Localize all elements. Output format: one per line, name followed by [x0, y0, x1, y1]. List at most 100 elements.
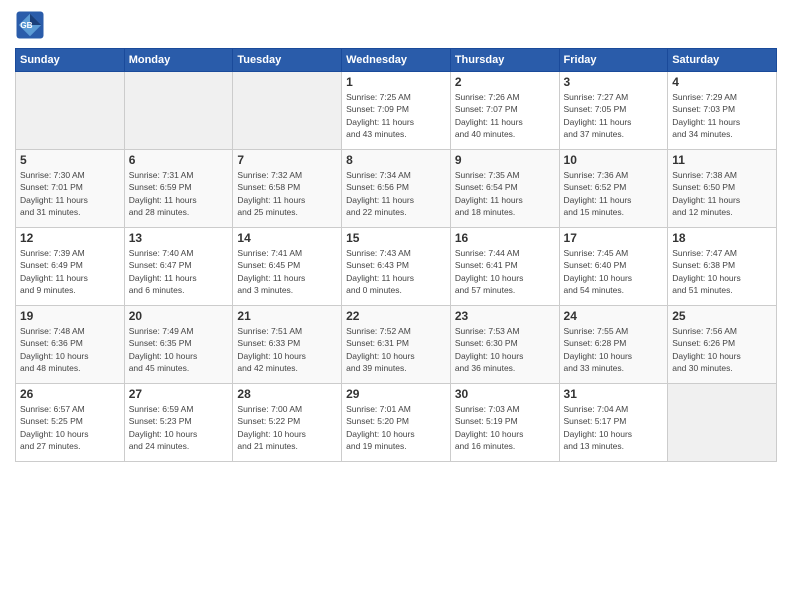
- day-number: 9: [455, 153, 555, 167]
- day-cell: 1 Sunrise: 7:25 AM Sunset: 7:09 PM Daylig…: [342, 72, 451, 150]
- day-number: 13: [129, 231, 229, 245]
- calendar-header: SundayMondayTuesdayWednesdayThursdayFrid…: [16, 49, 777, 72]
- header-cell-thursday: Thursday: [450, 49, 559, 72]
- day-number: 29: [346, 387, 446, 401]
- day-number: 15: [346, 231, 446, 245]
- day-info: Sunrise: 7:26 AM Sunset: 7:07 PM Dayligh…: [455, 91, 555, 140]
- header-cell-sunday: Sunday: [16, 49, 125, 72]
- day-info: Sunrise: 7:30 AM Sunset: 7:01 PM Dayligh…: [20, 169, 120, 218]
- day-info: Sunrise: 7:56 AM Sunset: 6:26 PM Dayligh…: [672, 325, 772, 374]
- day-cell: 4Sunrise: 7:29 AM Sunset: 7:03 PM Daylig…: [668, 72, 777, 150]
- day-number: 22: [346, 309, 446, 323]
- day-cell: 15Sunrise: 7:43 AM Sunset: 6:43 PM Dayli…: [342, 228, 451, 306]
- week-row-5: 26Sunrise: 6:57 AM Sunset: 5:25 PM Dayli…: [16, 384, 777, 462]
- day-cell: 21 Sunrise: 7:51 AM Sunset: 6:33 PM Dayli…: [233, 306, 342, 384]
- day-number: 25: [672, 309, 772, 323]
- day-info: Sunrise: 7:40 AM Sunset: 6:47 PM Dayligh…: [129, 247, 229, 296]
- day-info: Sunrise: 7:51 AM Sunset: 6:33 PM Dayligh…: [237, 325, 337, 374]
- day-number: 31: [564, 387, 664, 401]
- day-cell: 2 Sunrise: 7:26 AM Sunset: 7:07 PM Daylig…: [450, 72, 559, 150]
- day-cell: 25 Sunrise: 7:56 AM Sunset: 6:26 PM Dayli…: [668, 306, 777, 384]
- day-number: 8: [346, 153, 446, 167]
- day-cell: 24Sunrise: 7:55 AM Sunset: 6:28 PM Dayli…: [559, 306, 668, 384]
- calendar-container: GB SundayMondayTuesdayWednesdayThursdayF…: [0, 0, 792, 472]
- week-row-4: 19 Sunrise: 7:48 AM Sunset: 6:36 PM Dayli…: [16, 306, 777, 384]
- day-number: 6: [129, 153, 229, 167]
- day-cell: 14 Sunrise: 7:41 AM Sunset: 6:45 PM Dayli…: [233, 228, 342, 306]
- day-cell: 26Sunrise: 6:57 AM Sunset: 5:25 PM Dayli…: [16, 384, 125, 462]
- day-cell: 31Sunrise: 7:04 AM Sunset: 5:17 PM Dayli…: [559, 384, 668, 462]
- day-number: 12: [20, 231, 120, 245]
- day-info: Sunrise: 7:45 AM Sunset: 6:40 PM Dayligh…: [564, 247, 664, 296]
- day-info: Sunrise: 7:41 AM Sunset: 6:45 PM Dayligh…: [237, 247, 337, 296]
- header: GB: [15, 10, 777, 40]
- header-cell-friday: Friday: [559, 49, 668, 72]
- day-cell: 29 Sunrise: 7:01 AM Sunset: 5:20 PM Dayli…: [342, 384, 451, 462]
- day-info: Sunrise: 7:36 AM Sunset: 6:52 PM Dayligh…: [564, 169, 664, 218]
- day-number: 11: [672, 153, 772, 167]
- week-row-1: 1 Sunrise: 7:25 AM Sunset: 7:09 PM Daylig…: [16, 72, 777, 150]
- header-cell-tuesday: Tuesday: [233, 49, 342, 72]
- day-cell: 6Sunrise: 7:31 AM Sunset: 6:59 PM Daylig…: [124, 150, 233, 228]
- day-cell: 17 Sunrise: 7:45 AM Sunset: 6:40 PM Dayli…: [559, 228, 668, 306]
- day-info: Sunrise: 7:47 AM Sunset: 6:38 PM Dayligh…: [672, 247, 772, 296]
- day-number: 2: [455, 75, 555, 89]
- day-number: 19: [20, 309, 120, 323]
- day-number: 7: [237, 153, 337, 167]
- day-number: 26: [20, 387, 120, 401]
- logo-icon: GB: [15, 10, 45, 40]
- day-cell: [233, 72, 342, 150]
- day-info: Sunrise: 7:01 AM Sunset: 5:20 PM Dayligh…: [346, 403, 446, 452]
- day-cell: 22 Sunrise: 7:52 AM Sunset: 6:31 PM Dayli…: [342, 306, 451, 384]
- day-number: 24: [564, 309, 664, 323]
- day-number: 14: [237, 231, 337, 245]
- day-info: Sunrise: 7:52 AM Sunset: 6:31 PM Dayligh…: [346, 325, 446, 374]
- day-cell: 23 Sunrise: 7:53 AM Sunset: 6:30 PM Dayli…: [450, 306, 559, 384]
- day-number: 20: [129, 309, 229, 323]
- header-row: SundayMondayTuesdayWednesdayThursdayFrid…: [16, 49, 777, 72]
- day-cell: 12 Sunrise: 7:39 AM Sunset: 6:49 PM Dayli…: [16, 228, 125, 306]
- week-row-2: 5 Sunrise: 7:30 AM Sunset: 7:01 PM Daylig…: [16, 150, 777, 228]
- svg-text:GB: GB: [20, 21, 32, 30]
- day-info: Sunrise: 7:29 AM Sunset: 7:03 PM Dayligh…: [672, 91, 772, 140]
- day-cell: 5 Sunrise: 7:30 AM Sunset: 7:01 PM Daylig…: [16, 150, 125, 228]
- day-cell: 7Sunrise: 7:32 AM Sunset: 6:58 PM Daylig…: [233, 150, 342, 228]
- day-number: 23: [455, 309, 555, 323]
- calendar-table: SundayMondayTuesdayWednesdayThursdayFrid…: [15, 48, 777, 462]
- day-number: 27: [129, 387, 229, 401]
- day-cell: 20Sunrise: 7:49 AM Sunset: 6:35 PM Dayli…: [124, 306, 233, 384]
- logo: GB: [15, 10, 47, 40]
- day-cell: 3 Sunrise: 7:27 AM Sunset: 7:05 PM Daylig…: [559, 72, 668, 150]
- day-number: 30: [455, 387, 555, 401]
- day-number: 17: [564, 231, 664, 245]
- day-cell: 18 Sunrise: 7:47 AM Sunset: 6:38 PM Dayli…: [668, 228, 777, 306]
- day-cell: 27Sunrise: 6:59 AM Sunset: 5:23 PM Dayli…: [124, 384, 233, 462]
- day-number: 1: [346, 75, 446, 89]
- day-info: Sunrise: 7:53 AM Sunset: 6:30 PM Dayligh…: [455, 325, 555, 374]
- day-info: Sunrise: 7:39 AM Sunset: 6:49 PM Dayligh…: [20, 247, 120, 296]
- day-info: Sunrise: 7:27 AM Sunset: 7:05 PM Dayligh…: [564, 91, 664, 140]
- day-cell: [124, 72, 233, 150]
- day-number: 3: [564, 75, 664, 89]
- day-info: Sunrise: 7:25 AM Sunset: 7:09 PM Dayligh…: [346, 91, 446, 140]
- day-info: Sunrise: 7:38 AM Sunset: 6:50 PM Dayligh…: [672, 169, 772, 218]
- day-cell: 13 Sunrise: 7:40 AM Sunset: 6:47 PM Dayli…: [124, 228, 233, 306]
- day-number: 28: [237, 387, 337, 401]
- day-info: Sunrise: 7:48 AM Sunset: 6:36 PM Dayligh…: [20, 325, 120, 374]
- day-cell: 30 Sunrise: 7:03 AM Sunset: 5:19 PM Dayli…: [450, 384, 559, 462]
- day-cell: 10 Sunrise: 7:36 AM Sunset: 6:52 PM Dayli…: [559, 150, 668, 228]
- day-number: 18: [672, 231, 772, 245]
- day-number: 16: [455, 231, 555, 245]
- day-number: 21: [237, 309, 337, 323]
- day-cell: [16, 72, 125, 150]
- day-cell: 19 Sunrise: 7:48 AM Sunset: 6:36 PM Dayli…: [16, 306, 125, 384]
- week-row-3: 12 Sunrise: 7:39 AM Sunset: 6:49 PM Dayli…: [16, 228, 777, 306]
- header-cell-wednesday: Wednesday: [342, 49, 451, 72]
- calendar-body: 1 Sunrise: 7:25 AM Sunset: 7:09 PM Daylig…: [16, 72, 777, 462]
- day-info: Sunrise: 7:03 AM Sunset: 5:19 PM Dayligh…: [455, 403, 555, 452]
- day-number: 10: [564, 153, 664, 167]
- day-info: Sunrise: 7:35 AM Sunset: 6:54 PM Dayligh…: [455, 169, 555, 218]
- header-cell-monday: Monday: [124, 49, 233, 72]
- day-number: 5: [20, 153, 120, 167]
- day-cell: 16Sunrise: 7:44 AM Sunset: 6:41 PM Dayli…: [450, 228, 559, 306]
